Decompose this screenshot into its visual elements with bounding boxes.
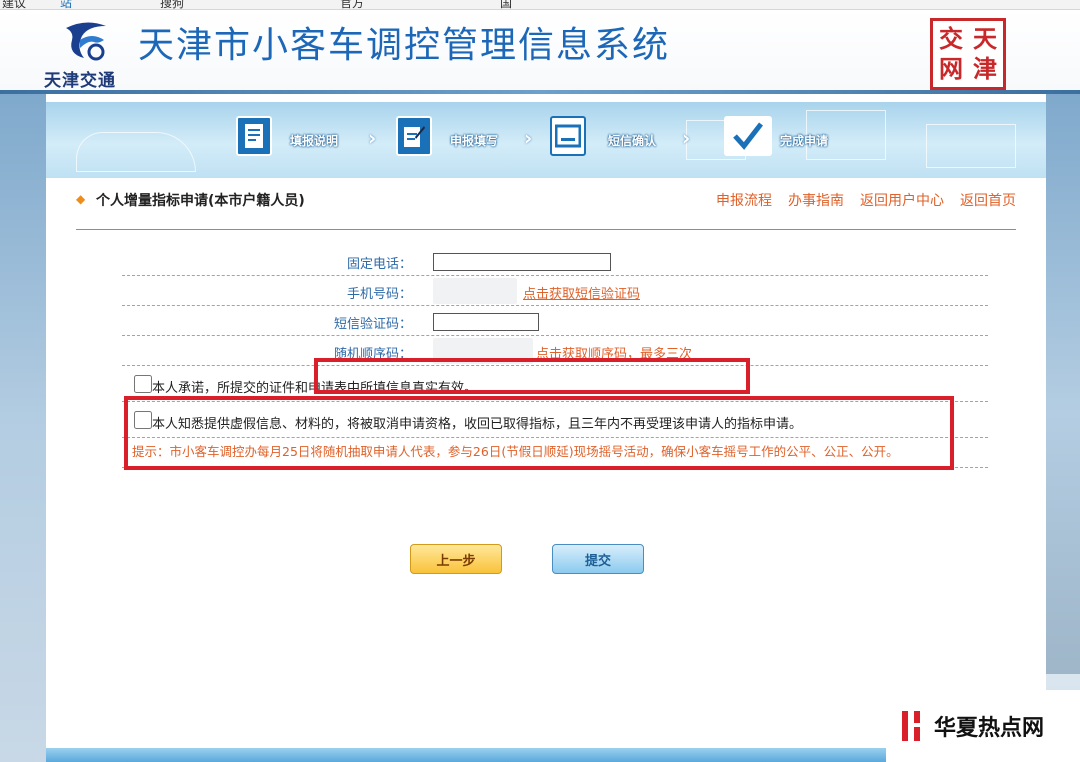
link-home[interactable]: 返回首页 bbox=[960, 190, 1016, 210]
message-icon bbox=[550, 116, 586, 156]
tianjin-transport-logo-icon bbox=[66, 22, 106, 61]
chevron-right-icon: › bbox=[368, 126, 377, 150]
site-header: 天津交通 天津市小客车调控管理信息系统 交 天 网 津 bbox=[0, 10, 1080, 91]
favorite-item[interactable]: 国 bbox=[500, 0, 512, 9]
page-title: 天津市小客车调控管理信息系统 bbox=[138, 25, 671, 66]
top-nav-links: 申报流程 办事指南 返回用户中心 返回首页 bbox=[716, 190, 1016, 210]
step-progress-banner: 填报说明 › 申报填写 › 短信确认 › 完成申请 bbox=[46, 102, 1046, 178]
get-sms-code-link[interactable]: 点击获取短信验证码 bbox=[523, 283, 640, 302]
seal-char: 网 bbox=[939, 54, 963, 83]
watermark-text: 华夏热点网 bbox=[934, 715, 1045, 741]
seal-char: 交 bbox=[939, 24, 963, 53]
background-scenery bbox=[0, 94, 46, 762]
favorite-item[interactable]: 搜狗 bbox=[160, 0, 184, 9]
favorite-item[interactable]: 官方 bbox=[340, 0, 364, 9]
highlight-box-declarations bbox=[124, 396, 954, 470]
section-header: ◆ 个人增量指标申请(本市户籍人员) 申报流程 办事指南 返回用户中心 返回首页 bbox=[76, 186, 1016, 230]
form-row-sms-code: 短信验证码： bbox=[122, 306, 988, 336]
favorite-item[interactable]: 建议 bbox=[2, 0, 26, 9]
document-icon bbox=[236, 116, 272, 156]
step-label: 完成申请 bbox=[780, 134, 829, 148]
favorite-item[interactable]: 站 bbox=[60, 0, 72, 9]
link-application-flow[interactable]: 申报流程 bbox=[716, 190, 772, 210]
form-row-mobile: 手机号码： 点击获取短信验证码 bbox=[122, 276, 988, 306]
watermark-logo-icon bbox=[902, 711, 920, 741]
landline-input[interactable] bbox=[433, 253, 611, 271]
sms-code-input[interactable] bbox=[433, 313, 539, 331]
edit-icon bbox=[396, 116, 432, 156]
footer-bar bbox=[46, 748, 888, 762]
form-buttons: 上一步 提交 bbox=[410, 544, 644, 574]
link-user-center[interactable]: 返回用户中心 bbox=[860, 190, 944, 210]
section-title: 个人增量指标申请(本市户籍人员) bbox=[96, 193, 305, 209]
chevron-right-icon: › bbox=[524, 126, 533, 150]
prev-step-button[interactable]: 上一步 bbox=[410, 544, 502, 574]
seal-logo: 交 天 网 津 bbox=[930, 18, 1006, 90]
logo-caption: 天津交通 bbox=[44, 71, 116, 91]
chevron-right-icon: › bbox=[682, 126, 691, 150]
landline-label: 固定电话： bbox=[346, 257, 412, 272]
form-row-landline: 固定电话： bbox=[122, 246, 988, 276]
mobile-number-redacted bbox=[433, 278, 517, 304]
highlight-box-random-seq bbox=[314, 358, 750, 394]
seal-char: 天 bbox=[973, 24, 997, 53]
link-service-guide[interactable]: 办事指南 bbox=[788, 190, 844, 210]
main-panel: 填报说明 › 申报填写 › 短信确认 › 完成申请 ◆ 个人增量指标申请(本市户… bbox=[46, 94, 1046, 762]
step-label: 填报说明 bbox=[290, 134, 339, 148]
seal-char: 津 bbox=[973, 54, 997, 83]
sms-code-label: 短信验证码： bbox=[333, 317, 412, 332]
step-label: 申报填写 bbox=[450, 134, 499, 148]
submit-button[interactable]: 提交 bbox=[552, 544, 644, 574]
arrow-bullet-icon: ◆ bbox=[76, 192, 86, 206]
watermark: 华夏热点网 bbox=[886, 690, 1080, 762]
browser-favorites-bar: 建议 站 搜狗 官方 国 bbox=[0, 0, 1080, 10]
mobile-label: 手机号码： bbox=[346, 287, 412, 302]
background-scenery bbox=[1046, 94, 1080, 674]
declaration-checkbox[interactable] bbox=[134, 375, 152, 393]
step-label: 短信确认 bbox=[608, 134, 657, 148]
checkmark-icon bbox=[724, 116, 772, 156]
